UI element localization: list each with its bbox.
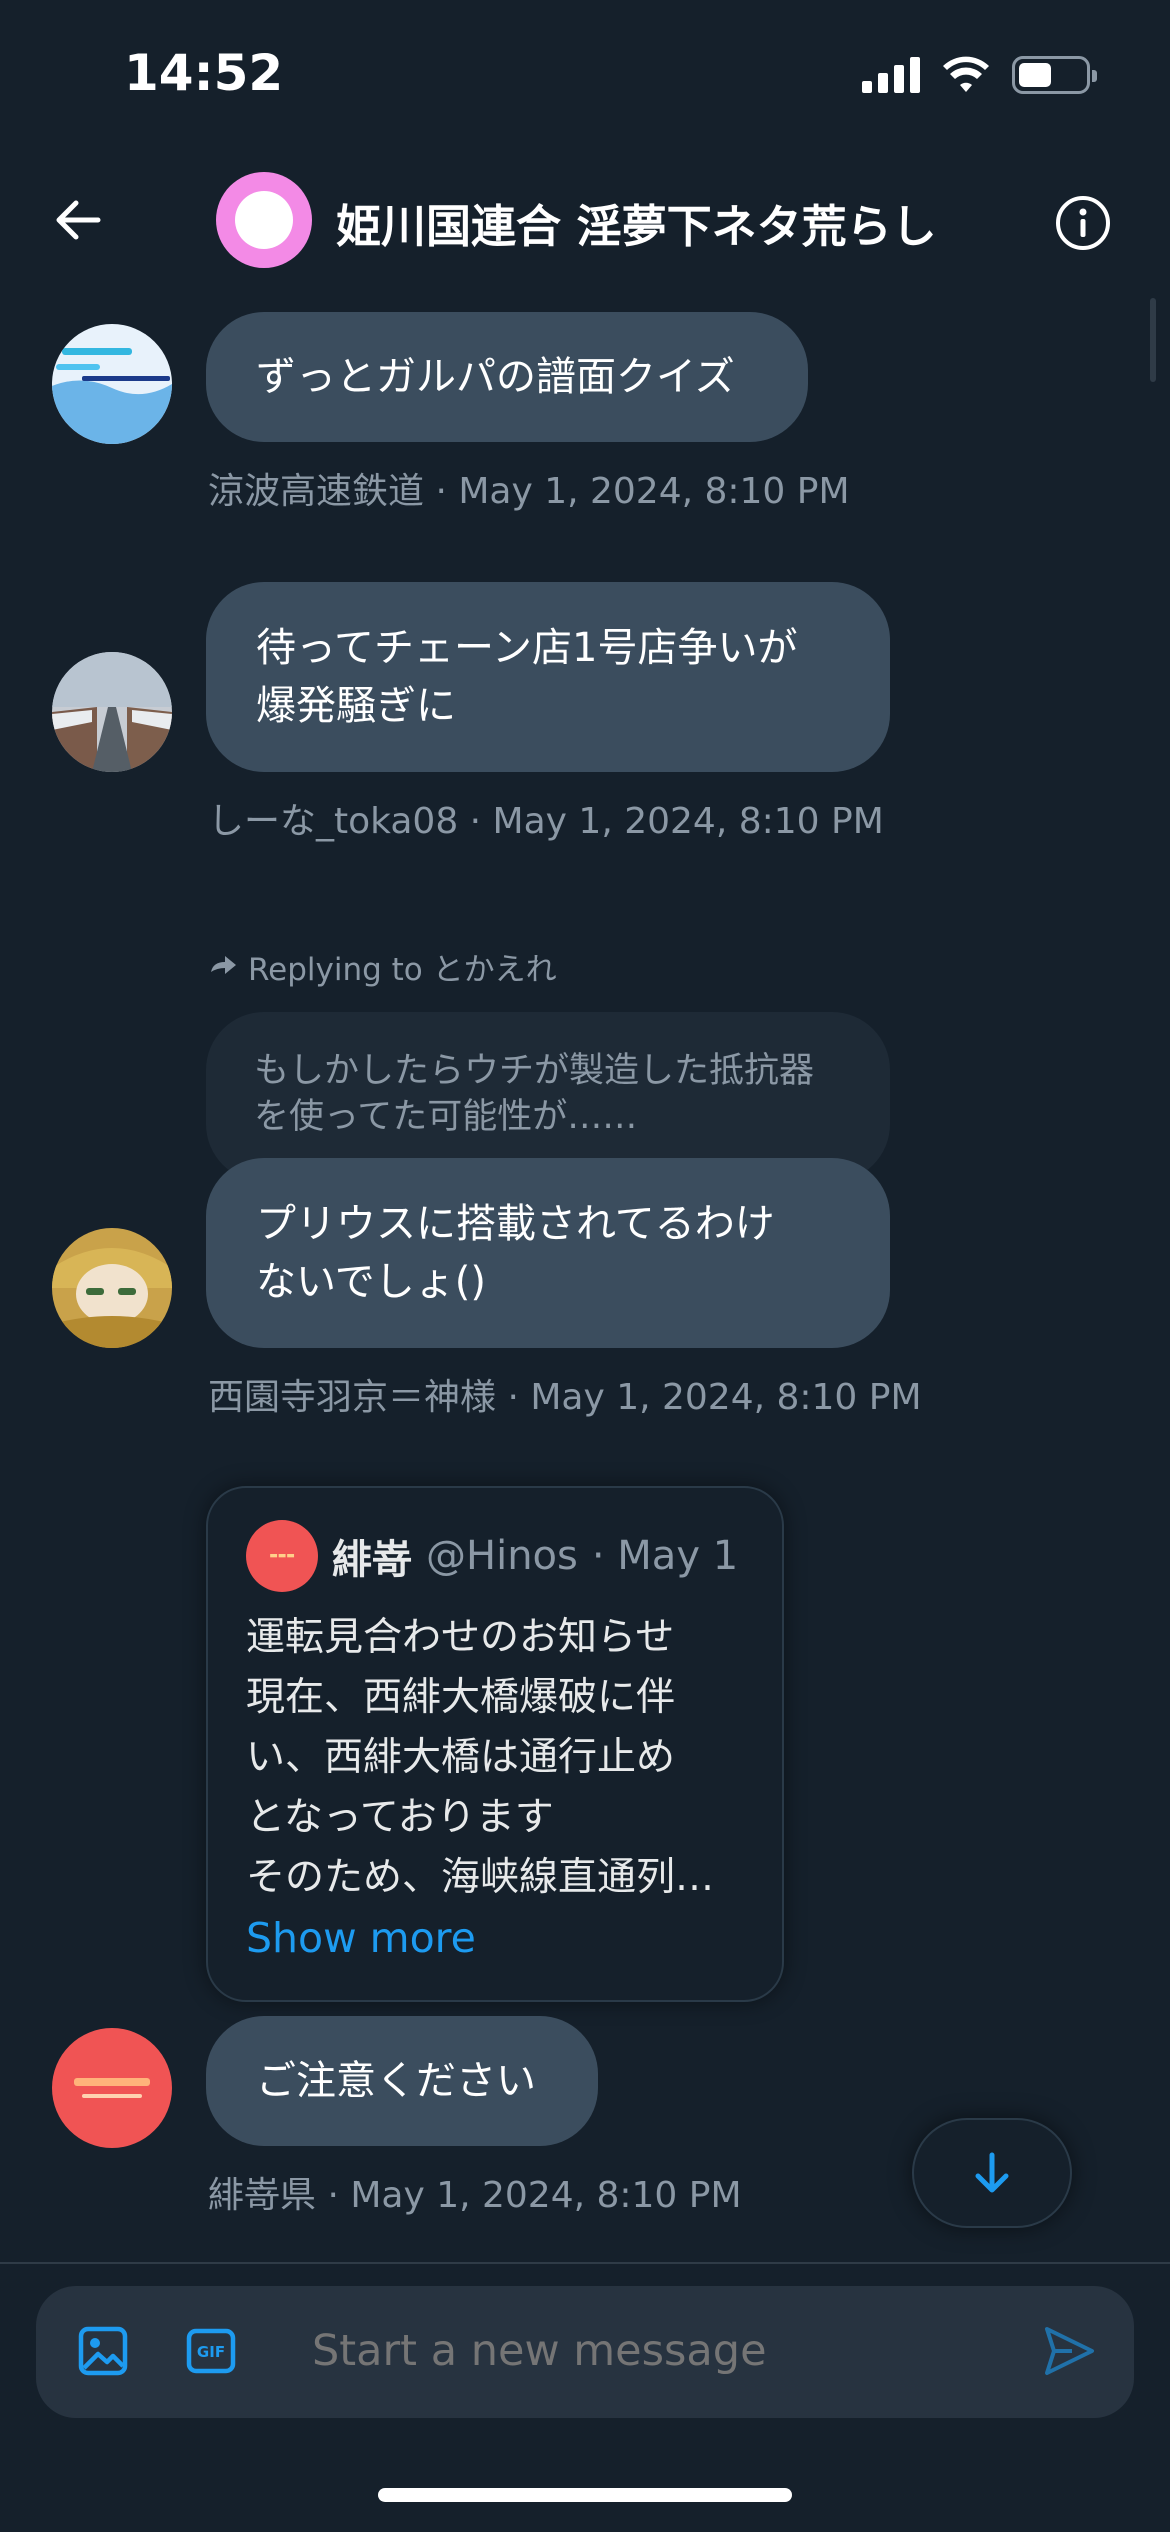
message-composer: GIF <box>36 2286 1134 2418</box>
scroll-indicator <box>1150 298 1156 382</box>
replying-to-label: Replying to とかえれ <box>208 944 557 989</box>
message-meta: 緋嵜県 · May 1, 2024, 8:10 PM <box>208 2175 742 2216</box>
composer-divider <box>0 2262 1170 2264</box>
cellular-signal-icon <box>862 57 920 93</box>
message-bubble[interactable]: ずっとガルパの譜面クイズ <box>206 312 808 442</box>
message-text: ずっとガルパの譜面クイズ <box>256 354 735 400</box>
message-bubble[interactable]: 待ってチェーン店1号店争いが 爆発騒ぎに <box>206 582 890 772</box>
gif-icon[interactable]: GIF <box>184 2324 238 2378</box>
message-meta: 西園寺羽京＝神様 · May 1, 2024, 8:10 PM <box>208 1377 922 1418</box>
status-bar: 14:52 <box>0 0 1170 150</box>
show-more-link[interactable]: Show more <box>246 1908 744 1968</box>
battery-icon <box>1012 56 1097 94</box>
quoted-post-header: ▬▬▬ 緋嵜 @Hinos · May 1 <box>246 1520 744 1592</box>
message-meta: 涼波高速鉄道 · May 1, 2024, 8:10 PM <box>208 471 850 512</box>
message-bubble[interactable]: プリウスに搭載されてるわけ ないでしょ() <box>206 1158 890 1348</box>
quoted-post-author: 緋嵜 <box>332 1537 412 1583</box>
svg-text:GIF: GIF <box>197 2343 225 2361</box>
status-time: 14:52 <box>124 44 284 102</box>
quoted-post-date: · May 1 <box>591 1533 739 1579</box>
quoted-post-handle: @Hinos <box>426 1533 578 1579</box>
avatar[interactable] <box>52 324 172 444</box>
home-indicator <box>378 2488 792 2502</box>
conversation-header: 姫川国連合 淫夢下ネタ荒らし <box>0 150 1170 290</box>
message-text: ご注意ください <box>256 2058 536 2104</box>
avatar[interactable] <box>52 1228 172 1348</box>
back-arrow-icon[interactable] <box>48 190 108 250</box>
status-icons <box>862 56 1097 94</box>
image-icon[interactable] <box>76 2324 130 2378</box>
group-avatar[interactable] <box>216 172 312 268</box>
quoted-post-text: 運転見合わせのお知らせ 現在、西緋大橋爆破に伴 い、西緋大橋は通行止め となって… <box>246 1615 715 1900</box>
quoted-post-avatar: ▬▬▬ <box>246 1520 318 1592</box>
quoted-post-card[interactable]: ▬▬▬ 緋嵜 @Hinos · May 1 運転見合わせのお知らせ 現在、西緋大… <box>206 1486 784 2002</box>
send-icon[interactable] <box>1042 2324 1096 2378</box>
message-bubble[interactable]: ご注意ください <box>206 2016 598 2146</box>
message-input[interactable] <box>312 2326 1032 2376</box>
message-text: プリウスに搭載されてるわけ ないでしょ() <box>256 1201 775 1305</box>
scroll-to-latest-button[interactable] <box>912 2118 1072 2228</box>
message-text: 待ってチェーン店1号店争いが 爆発騒ぎに <box>256 625 798 729</box>
avatar[interactable] <box>52 2028 172 2148</box>
arrow-down-icon <box>975 2152 1009 2193</box>
message-meta: しーな_toka08 · May 1, 2024, 8:10 PM <box>208 801 884 842</box>
avatar[interactable] <box>52 652 172 772</box>
reply-arrow-icon <box>211 955 236 974</box>
wifi-icon <box>943 56 989 92</box>
info-icon[interactable] <box>1054 194 1112 252</box>
conversation-title[interactable]: 姫川国連合 淫夢下ネタ荒らし <box>336 190 937 255</box>
reply-preview[interactable]: もしかしたらウチが製造した抵抗器 を使ってた可能性が…… <box>206 1012 890 1182</box>
